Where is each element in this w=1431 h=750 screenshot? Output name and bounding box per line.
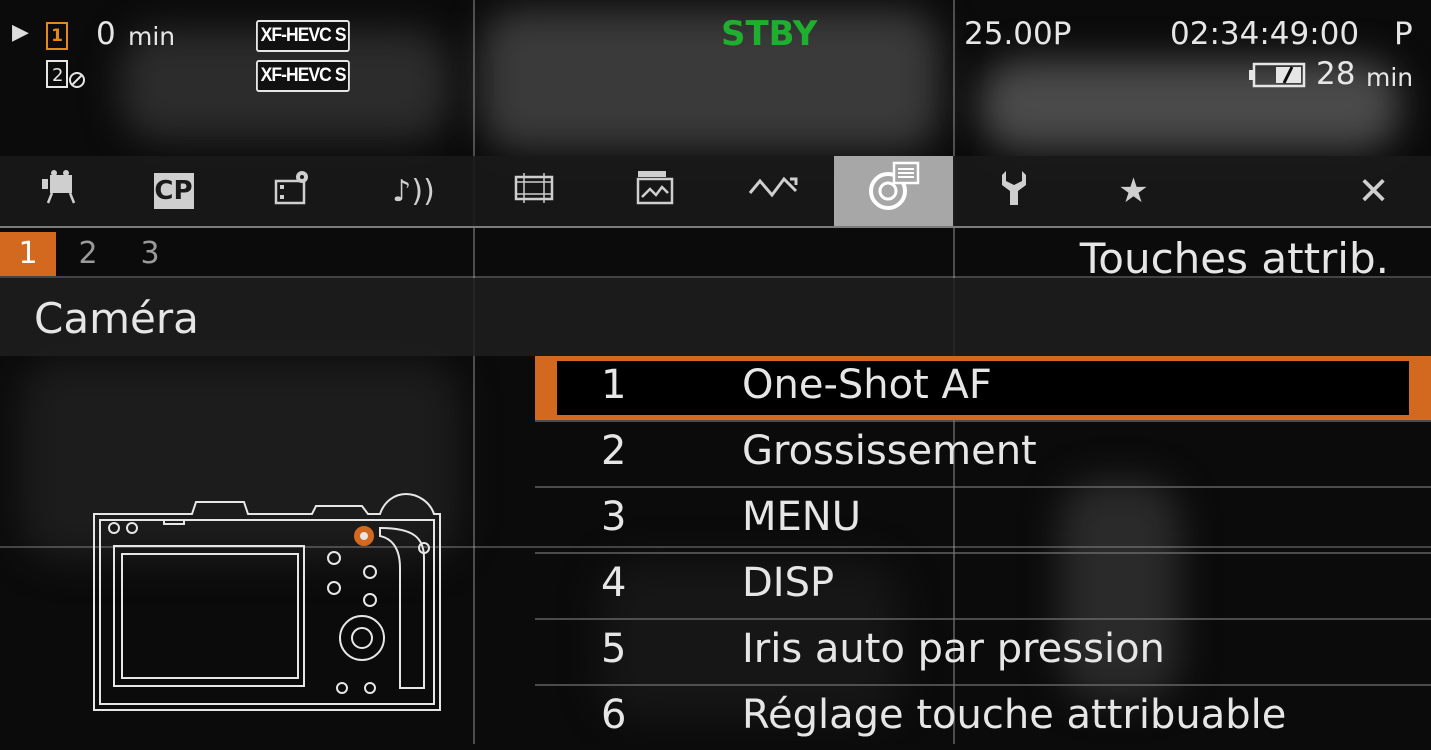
battery-time-unit: min <box>1366 63 1414 92</box>
record-time-unit: min <box>128 22 176 51</box>
section-title: Caméra <box>34 294 199 343</box>
menu-item-6[interactable]: 6 Réglage touche attribuable <box>535 686 1431 750</box>
page-1[interactable]: 1 <box>0 232 56 276</box>
audio-setup-icon: ♪)) <box>392 173 435 209</box>
recording-media-icon <box>632 167 676 215</box>
menu-item-label: One-Shot AF <box>742 362 992 408</box>
record-mode-status: STBY <box>721 14 818 54</box>
menu-item-number: 4 <box>601 560 627 606</box>
tab-system-setup[interactable] <box>954 156 1073 226</box>
network-icon <box>746 171 802 211</box>
codec-badge-1: XF-HEVC S <box>256 20 351 52</box>
menu-item-number: 2 <box>601 428 627 474</box>
camera-setup-icon <box>38 169 82 213</box>
menu-item-label: DISP <box>742 560 835 606</box>
battery-icon <box>1248 62 1306 92</box>
status-bar: ▶ 1 0 min 2 XF-HEVC S XF-HEVC S STBY 25.… <box>0 0 1431 156</box>
grid-line <box>473 0 475 744</box>
tab-audio-setup[interactable]: ♪)) <box>354 156 473 226</box>
codec-badge-2: XF-HEVC S <box>256 60 351 92</box>
page-2[interactable]: 2 <box>60 232 116 276</box>
menu-item-1[interactable]: 1 One-Shot AF <box>535 356 1431 420</box>
play-indicator-icon: ▶ <box>12 20 29 45</box>
menu-item-number: 5 <box>601 626 627 672</box>
monitoring-setup-icon <box>512 169 556 213</box>
tab-custom-picture[interactable]: CP <box>114 156 233 226</box>
menu-item-4[interactable]: 4 DISP <box>535 554 1431 618</box>
menu-item-number: 1 <box>601 362 627 408</box>
svg-text:2: 2 <box>52 65 63 86</box>
close-icon: ✕ <box>1357 169 1390 213</box>
tab-my-menu[interactable]: ★ <box>1074 156 1193 226</box>
timecode-suffix: P <box>1394 16 1413 52</box>
tab-close[interactable]: ✕ <box>1314 156 1431 226</box>
page-selector: 1 2 3 Touches attrib. <box>0 230 1431 283</box>
record-time-value: 0 <box>96 16 116 52</box>
frame-rate: 25.00P <box>964 16 1072 52</box>
menu-item-number: 3 <box>601 494 627 540</box>
menu-tab-bar: CP ♪)) ★ ✕ <box>0 156 1431 226</box>
tab-network[interactable] <box>714 156 833 226</box>
tab-recording-setup[interactable] <box>234 156 353 226</box>
star-icon: ★ <box>1118 171 1149 211</box>
tab-camera-setup[interactable] <box>0 156 119 226</box>
custom-picture-icon: CP <box>153 173 194 209</box>
tab-recording-media[interactable] <box>594 156 713 226</box>
battery-time-value: 28 <box>1316 56 1356 92</box>
recording-setup-icon <box>272 167 316 215</box>
menu-item-label: Iris auto par pression <box>742 626 1165 672</box>
menu-item-2[interactable]: 2 Grossissement <box>535 422 1431 486</box>
menu-item-label: Réglage touche attribuable <box>742 692 1287 738</box>
camera-body-illustration <box>84 488 454 718</box>
tab-bar-divider <box>0 226 1431 228</box>
menu-item-3[interactable]: 3 MENU <box>535 488 1431 552</box>
tab-assignable-buttons[interactable] <box>834 156 953 226</box>
assignable-buttons-icon <box>866 161 922 221</box>
menu-item-label: Grossissement <box>742 428 1037 474</box>
tab-monitoring-setup[interactable] <box>474 156 593 226</box>
section-bar: Caméra <box>0 278 1431 356</box>
menu-item-5[interactable]: 5 Iris auto par pression <box>535 620 1431 684</box>
card-slot-2-icon: 2 <box>46 58 88 90</box>
timecode: 02:34:49:00 <box>1170 16 1360 52</box>
menu-item-label: MENU <box>742 494 861 540</box>
wrench-icon <box>996 167 1032 215</box>
menu-item-number: 6 <box>601 692 627 738</box>
page-3[interactable]: 3 <box>122 232 178 276</box>
card-slot-1-icon: 1 <box>46 22 68 50</box>
